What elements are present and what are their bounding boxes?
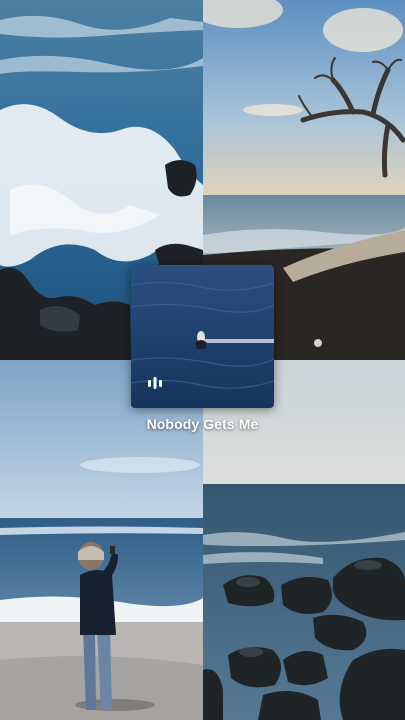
photo-person-on-beach [0,360,203,720]
audio-waveform-icon [148,377,162,389]
music-album-art-card[interactable] [131,265,274,408]
photo-rocky-shore [203,360,405,720]
song-title: Nobody Gets Me [146,416,259,432]
